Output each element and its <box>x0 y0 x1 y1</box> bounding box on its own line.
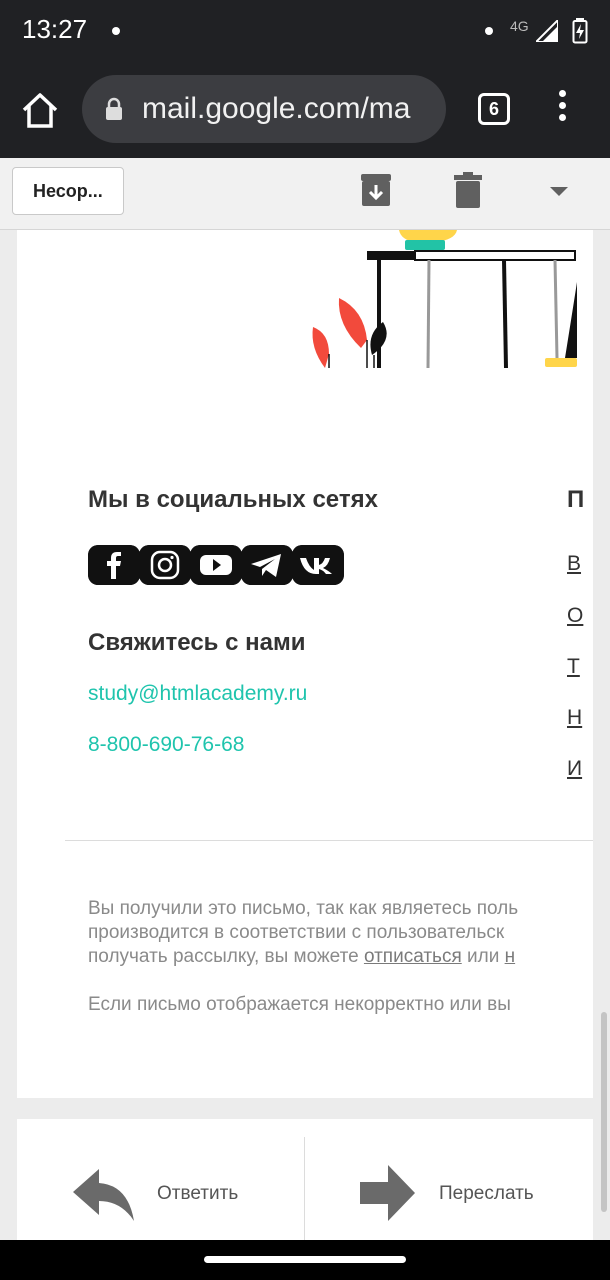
reply-button[interactable]: Ответить <box>17 1119 303 1240</box>
column-link[interactable]: И <box>567 757 582 781</box>
contact-heading: Свяжитесь с нами <box>88 629 306 656</box>
home-icon[interactable] <box>20 90 60 130</box>
reply-forward-bar: Ответить Переслать <box>17 1119 593 1240</box>
reply-label: Ответить <box>157 1183 239 1204</box>
vk-icon[interactable] <box>292 545 344 585</box>
youtube-icon[interactable] <box>190 545 242 585</box>
status-bar: 13:27 4G <box>0 0 610 62</box>
second-column-heading: П <box>567 486 585 513</box>
footer-line: производится в соответствии с пользовате… <box>88 922 505 943</box>
footer-link[interactable]: н <box>505 946 516 967</box>
forward-icon <box>360 1165 415 1221</box>
telegram-icon[interactable] <box>241 545 293 585</box>
instagram-icon[interactable] <box>139 545 191 585</box>
column-link[interactable]: Н <box>567 706 582 730</box>
column-link[interactable]: Т <box>567 655 580 679</box>
back-button-label: Несор... <box>33 181 103 201</box>
notification-dot-icon <box>485 27 493 35</box>
page-scrollbar[interactable] <box>601 1012 607 1212</box>
lock-icon <box>106 97 122 120</box>
forward-label: Переслать <box>439 1183 534 1204</box>
address-bar[interactable]: mail.google.com/ma <box>82 75 446 143</box>
home-gesture-handle[interactable] <box>204 1256 406 1263</box>
browser-menu-icon[interactable] <box>552 90 572 130</box>
unsubscribe-link[interactable]: отписаться <box>364 946 462 967</box>
facebook-icon[interactable] <box>88 545 140 585</box>
email-body: Мы в социальных сетях П Свяжитесь с нами… <box>17 230 593 1098</box>
social-links <box>88 545 348 585</box>
social-heading: Мы в социальных сетях <box>88 486 378 513</box>
browser-bar: mail.google.com/ma 6 <box>0 62 610 158</box>
column-link[interactable]: В <box>567 552 581 576</box>
footer-line-with-links: получать рассылку, вы можете отписаться … <box>88 946 593 968</box>
desk-illustration <box>312 230 577 369</box>
status-time: 13:27 <box>22 14 88 44</box>
contact-phone-link[interactable]: 8-800-690-76-68 <box>88 733 244 757</box>
footer-line: Вы получили это письмо, так как являетес… <box>88 898 519 919</box>
signal-icon <box>536 20 558 42</box>
contact-email-link[interactable]: study@htmlacademy.ru <box>88 682 307 706</box>
footer-text: получать рассылку, вы можете <box>88 946 364 967</box>
trash-icon[interactable] <box>454 172 482 208</box>
footer-line: Если письмо отображается некорректно или… <box>88 994 511 1015</box>
column-link[interactable]: О <box>567 604 583 628</box>
battery-icon <box>572 18 588 44</box>
archive-icon[interactable] <box>360 173 392 207</box>
tab-switcher-button[interactable]: 6 <box>478 93 510 125</box>
chevron-down-icon[interactable] <box>548 185 570 197</box>
gmail-toolbar: Несор... <box>0 158 610 230</box>
url-text: mail.google.com/ma <box>142 92 411 125</box>
forward-button[interactable]: Переслать <box>305 1119 593 1240</box>
divider <box>65 840 593 841</box>
back-to-folder-button[interactable]: Несор... <box>12 167 124 215</box>
network-type: 4G <box>510 18 529 34</box>
reply-icon <box>73 1169 134 1221</box>
system-nav-bar <box>0 1240 610 1280</box>
footer-text: или <box>461 946 505 967</box>
notification-dot-icon <box>112 27 120 35</box>
